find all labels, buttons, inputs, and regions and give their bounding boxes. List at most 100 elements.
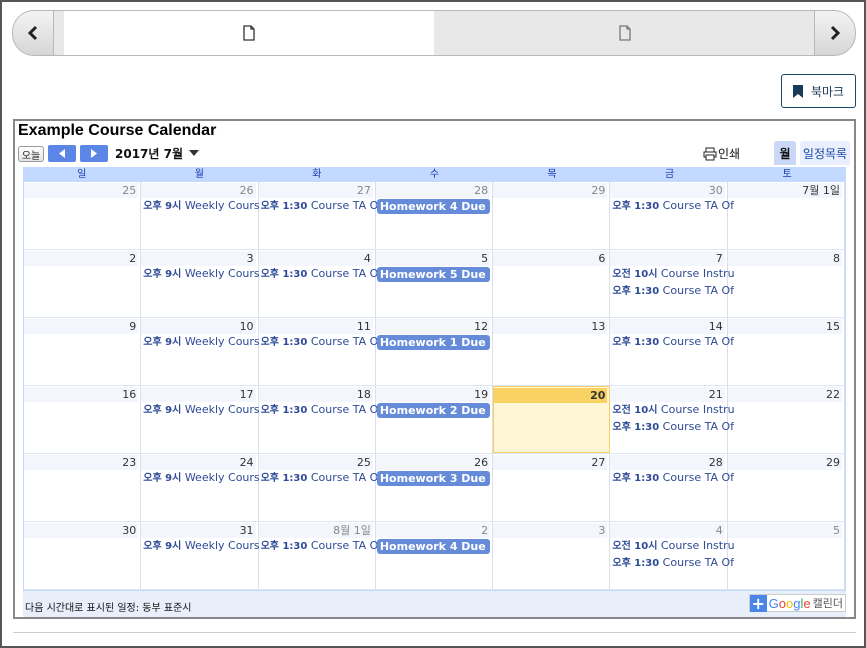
day-number[interactable]: 4 — [610, 523, 725, 538]
timed-event[interactable]: 오후 1:30 Course TA Of — [612, 420, 734, 434]
day-cell[interactable]: 7 오전 10시 Course Instru 오후 1:30 Course TA O… — [610, 250, 735, 317]
day-number[interactable]: 3 — [141, 251, 256, 266]
day-cell[interactable]: 2 — [24, 250, 142, 317]
day-cell[interactable]: 9 — [24, 318, 142, 385]
previous-page-button[interactable] — [12, 10, 54, 56]
day-number[interactable]: 10 — [141, 319, 256, 334]
day-number[interactable]: 30 — [610, 183, 725, 198]
day-cell[interactable]: 12 Homework 1 Due — [375, 318, 494, 385]
day-number[interactable]: 28 — [375, 183, 491, 198]
timed-event[interactable]: 오전 10시 Course Instru — [612, 403, 734, 417]
today-button[interactable]: 오늘 — [18, 146, 44, 162]
timed-event[interactable]: 오후 1:30 Course TA Of — [612, 471, 734, 485]
timed-event[interactable]: 오후 1:30 Course TA Of — [261, 471, 383, 485]
day-number[interactable]: 14 — [610, 319, 725, 334]
timed-event[interactable]: 오후 1:30 Course TA Of — [261, 403, 383, 417]
day-number[interactable]: 2 — [375, 523, 491, 538]
timed-event[interactable]: 오전 10시 Course Instru — [612, 267, 734, 281]
day-cell[interactable]: 8 — [727, 250, 845, 317]
day-number[interactable]: 7월 1일 — [727, 183, 842, 198]
day-cell[interactable]: 25 — [24, 182, 142, 249]
day-number[interactable]: 11 — [258, 319, 373, 334]
day-number[interactable]: 25 — [24, 183, 139, 198]
day-cell[interactable]: 3 오후 9시 Weekly Cours — [141, 250, 260, 317]
day-cell[interactable]: 24 오후 9시 Weekly Cours — [141, 454, 260, 521]
bookmark-button[interactable]: 북마크 — [781, 74, 856, 108]
day-cell[interactable]: 6 — [493, 250, 611, 317]
allday-event[interactable]: Homework 2 Due — [376, 403, 491, 418]
day-number[interactable]: 22 — [727, 387, 842, 402]
day-number[interactable]: 7 — [610, 251, 725, 266]
day-number[interactable]: 8월 1일 — [258, 523, 373, 538]
allday-event[interactable]: Homework 3 Due — [376, 471, 491, 486]
day-cell[interactable]: 19 Homework 2 Due — [375, 386, 494, 453]
day-number[interactable]: 5 — [375, 251, 491, 266]
day-cell[interactable]: 23 — [24, 454, 142, 521]
allday-event[interactable]: Homework 4 Due — [376, 199, 491, 214]
print-button[interactable]: 인쇄 — [703, 145, 740, 162]
day-number[interactable]: 13 — [493, 319, 608, 334]
tab-month[interactable]: 월 — [774, 141, 796, 165]
prev-month-button[interactable] — [48, 145, 76, 162]
timed-event[interactable]: 오후 1:30 Course TA Of — [612, 199, 734, 213]
day-number[interactable]: 23 — [24, 455, 139, 470]
timed-event[interactable]: 오후 1:30 Course TA Of — [261, 199, 383, 213]
timed-event[interactable]: 오후 9시 Weekly Cours — [143, 267, 259, 281]
day-cell[interactable]: 3 — [493, 522, 611, 589]
page-tab-current[interactable] — [64, 11, 434, 55]
google-calendar-button[interactable]: + Google 캘린더 — [748, 594, 846, 612]
day-cell[interactable]: 4 오전 10시 Course Instru 오후 1:30 Course TA O… — [610, 522, 735, 589]
day-cell[interactable]: 17 오후 9시 Weekly Cours — [141, 386, 260, 453]
timed-event[interactable]: 오후 1:30 Course TA Of — [612, 335, 734, 349]
day-number[interactable]: 12 — [375, 319, 491, 334]
day-number[interactable]: 31 — [141, 523, 256, 538]
day-cell[interactable]: 26 오후 9시 Weekly Cours — [141, 182, 260, 249]
day-number[interactable]: 27 — [258, 183, 373, 198]
day-cell[interactable]: 5 Homework 5 Due — [375, 250, 494, 317]
page-tab-next[interactable] — [434, 11, 816, 55]
day-number[interactable]: 26 — [375, 455, 491, 470]
day-cell[interactable]: 26 Homework 3 Due — [375, 454, 494, 521]
day-number[interactable]: 16 — [24, 387, 139, 402]
day-cell[interactable]: 29 — [727, 454, 845, 521]
day-number[interactable]: 28 — [610, 455, 725, 470]
timed-event[interactable]: 오후 9시 Weekly Cours — [143, 471, 259, 485]
day-number[interactable]: 29 — [493, 183, 608, 198]
day-number[interactable]: 27 — [493, 455, 608, 470]
day-cell[interactable]: 8월 1일 오후 1:30 Course TA Of — [258, 522, 382, 589]
day-number[interactable]: 19 — [375, 387, 491, 402]
next-month-button[interactable] — [80, 145, 108, 162]
day-cell[interactable]: 21 오전 10시 Course Instru 오후 1:30 Course TA … — [610, 386, 735, 453]
day-cell[interactable]: 29 — [493, 182, 611, 249]
day-number[interactable]: 6 — [493, 251, 608, 266]
timed-event[interactable]: 오후 1:30 Course TA Of — [261, 335, 383, 349]
dropdown-arrow-icon[interactable] — [189, 150, 199, 156]
day-cell[interactable]: 27 오후 1:30 Course TA Of — [258, 182, 382, 249]
day-cell[interactable]: 25 오후 1:30 Course TA Of — [258, 454, 382, 521]
day-number[interactable]: 17 — [141, 387, 256, 402]
day-cell[interactable]: 30 오후 1:30 Course TA Of — [610, 182, 734, 249]
day-number[interactable]: 20 — [494, 388, 608, 403]
allday-event[interactable]: Homework 5 Due — [376, 267, 491, 282]
day-number[interactable]: 18 — [258, 387, 373, 402]
day-cell[interactable]: 4 오후 1:30 Course TA Of — [258, 250, 382, 317]
day-number[interactable]: 24 — [141, 455, 256, 470]
day-number[interactable]: 5 — [727, 523, 842, 538]
timed-event[interactable]: 오후 1:30 Course TA Of — [612, 556, 734, 570]
day-cell[interactable]: 31 오후 9시 Weekly Cours — [141, 522, 260, 589]
day-cell[interactable]: 10 오후 9시 Weekly Cours — [141, 318, 260, 385]
day-number[interactable]: 2 — [24, 251, 139, 266]
day-number[interactable]: 4 — [258, 251, 373, 266]
day-cell[interactable]: 18 오후 1:30 Course TA Of — [258, 386, 382, 453]
day-cell[interactable]: 11 오후 1:30 Course TA Of — [258, 318, 382, 385]
timed-event[interactable]: 오전 10시 Course Instru — [612, 539, 734, 553]
day-number[interactable]: 8 — [727, 251, 842, 266]
day-cell[interactable]: 15 — [727, 318, 845, 385]
timed-event[interactable]: 오후 1:30 Course TA Of — [261, 267, 383, 281]
day-cell[interactable]: 27 — [493, 454, 611, 521]
day-cell[interactable]: 5 — [727, 522, 845, 589]
day-cell[interactable]: 16 — [24, 386, 142, 453]
day-cell[interactable]: 7월 1일 — [727, 182, 845, 249]
timed-event[interactable]: 오후 9시 Weekly Cours — [143, 539, 259, 553]
day-number[interactable]: 30 — [24, 523, 139, 538]
